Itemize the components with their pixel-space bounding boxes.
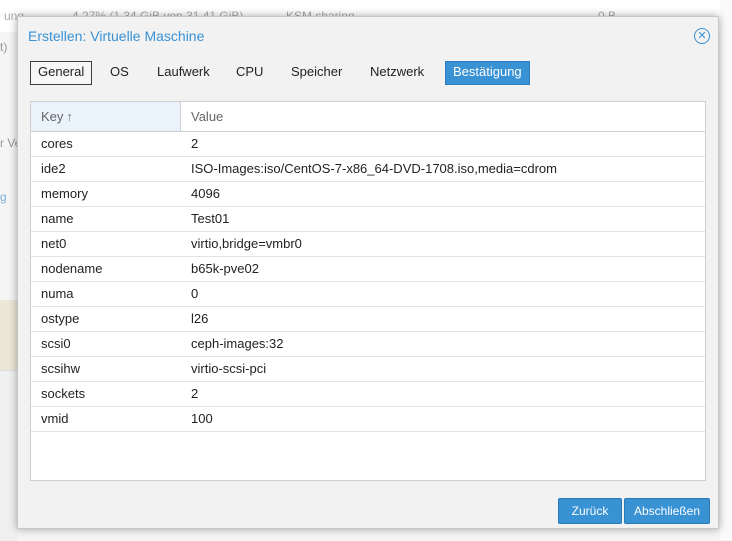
column-header-key-label: Key <box>41 109 64 124</box>
sort-asc-icon: ↑ <box>66 109 73 124</box>
background-panel-fragment <box>0 370 18 541</box>
table-row[interactable]: ide2 ISO-Images:iso/CentOS-7-x86_64-DVD-1… <box>31 157 705 182</box>
row-value: 4096 <box>191 186 220 201</box>
grid-body: cores 2 ide2 ISO-Images:iso/CentOS-7-x86_64… <box>31 132 705 432</box>
row-value: virtio-scsi-pci <box>191 361 267 376</box>
row-key: ide2 <box>41 161 66 176</box>
row-key: name <box>41 211 74 226</box>
table-row[interactable]: cores 2 <box>31 132 705 157</box>
tab-bestaetigung[interactable]: Bestätigung <box>445 61 530 85</box>
table-row[interactable]: name Test01 <box>31 207 705 232</box>
background-link: g <box>0 190 7 204</box>
create-vm-dialog: Erstellen: Virtuelle Maschine ✕ General … <box>17 16 719 529</box>
background-text: t) <box>0 40 8 54</box>
dialog-titlebar[interactable]: Erstellen: Virtuelle Maschine ✕ <box>18 17 718 55</box>
row-key: net0 <box>41 236 67 251</box>
row-key: numa <box>41 286 74 301</box>
grid-header: Key ↑ Value <box>31 102 705 132</box>
row-key: scsi0 <box>41 336 71 351</box>
row-value: virtio,bridge=vmbr0 <box>191 236 302 251</box>
row-key: vmid <box>41 411 69 426</box>
row-key: ostype <box>41 311 80 326</box>
tab-speicher[interactable]: Speicher <box>284 61 349 83</box>
row-value: 2 <box>191 386 199 401</box>
table-row[interactable]: sockets 2 <box>31 382 705 407</box>
table-row[interactable]: nodename b65k-pve02 <box>31 257 705 282</box>
row-value: 100 <box>191 411 213 426</box>
row-value: ceph-images:32 <box>191 336 284 351</box>
table-row[interactable]: memory 4096 <box>31 182 705 207</box>
table-row[interactable]: scsi0 ceph-images:32 <box>31 332 705 357</box>
row-key: nodename <box>41 261 103 276</box>
row-value: ISO-Images:iso/CentOS-7-x86_64-DVD-1708.… <box>191 161 557 176</box>
background-panel-fragment <box>720 0 732 540</box>
row-value: 2 <box>191 136 199 151</box>
back-button[interactable]: Zurück <box>558 498 622 524</box>
summary-grid: Key ↑ Value cores 2 ide2 ISO-Images:iso/Cent… <box>30 101 706 481</box>
row-key: memory <box>41 186 88 201</box>
table-row[interactable]: ostype l26 <box>31 307 705 332</box>
row-value: Test01 <box>191 211 230 226</box>
tab-laufwerk[interactable]: Laufwerk <box>150 61 217 83</box>
table-row[interactable]: numa 0 <box>31 282 705 307</box>
tab-os[interactable]: OS <box>103 61 136 83</box>
column-header-value[interactable]: Value <box>181 102 705 131</box>
close-icon[interactable]: ✕ <box>694 28 710 44</box>
row-key: sockets <box>41 386 86 401</box>
finish-button[interactable]: Abschließen <box>624 498 710 524</box>
row-value: l26 <box>191 311 209 326</box>
dialog-title: Erstellen: Virtuelle Maschine <box>28 28 205 44</box>
row-value: 0 <box>191 286 199 301</box>
row-value: b65k-pve02 <box>191 261 259 276</box>
table-row[interactable]: scsihw virtio-scsi-pci <box>31 357 705 382</box>
tab-netzwerk[interactable]: Netzwerk <box>363 61 431 83</box>
tab-general[interactable]: General <box>30 61 93 85</box>
column-header-key[interactable]: Key ↑ <box>31 102 181 131</box>
table-row[interactable]: net0 virtio,bridge=vmbr0 <box>31 232 705 257</box>
table-row[interactable]: vmid 100 <box>31 407 705 432</box>
row-key: cores <box>41 136 73 151</box>
tab-cpu[interactable]: CPU <box>229 61 270 83</box>
row-key: scsihw <box>41 361 81 376</box>
